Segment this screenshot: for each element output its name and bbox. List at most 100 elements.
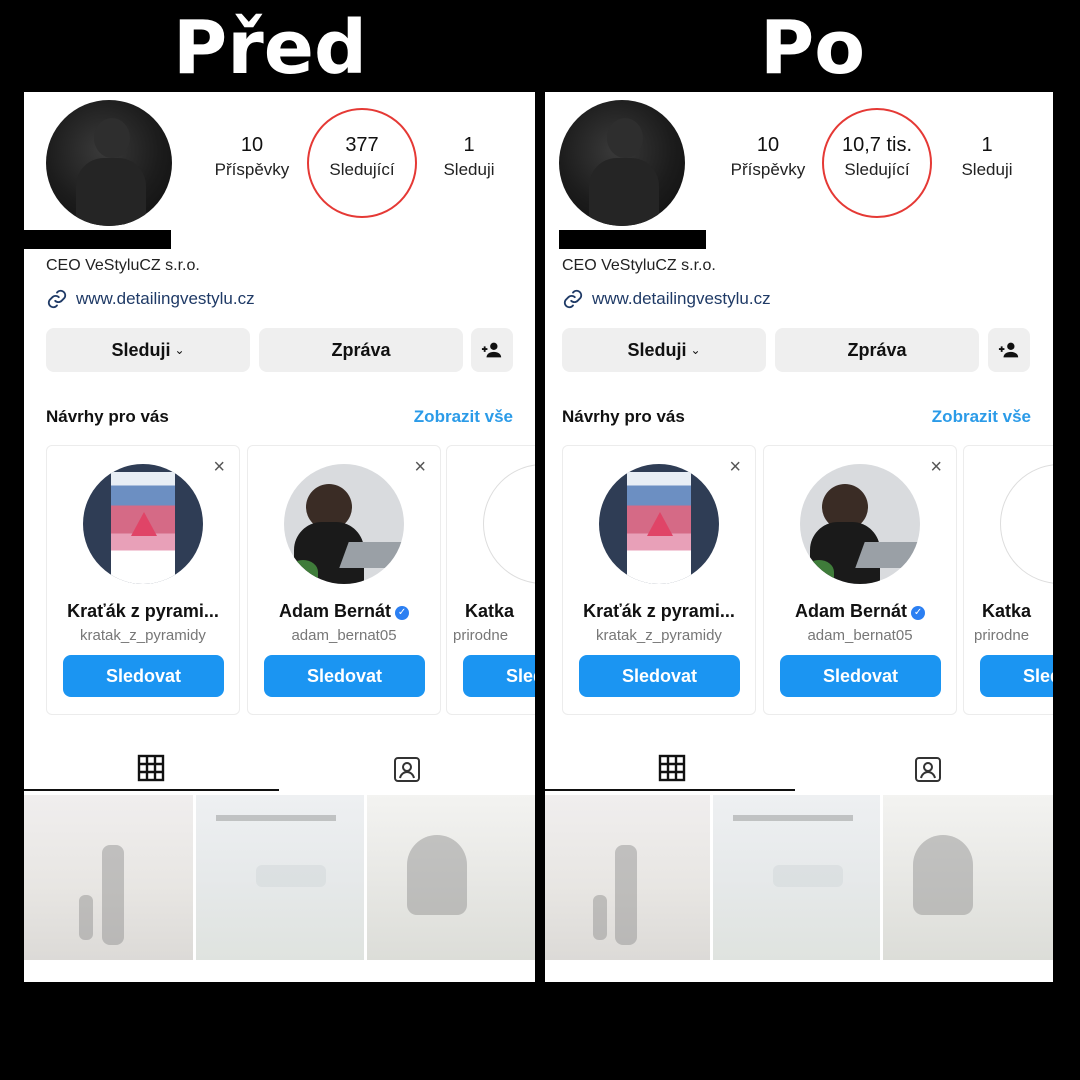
post-thumbnail[interactable] (883, 795, 1053, 960)
follow-button[interactable]: Sledovat (264, 655, 425, 697)
suggestion-avatar[interactable] (483, 464, 535, 584)
suggestion-username: kratak_z_pyramidy (80, 627, 206, 644)
suggestion-name: Adam Bernát (794, 601, 908, 621)
suggestion-name: Kraťák z pyrami... (67, 601, 219, 621)
close-icon[interactable]: × (729, 456, 741, 479)
post-thumbnail[interactable] (545, 795, 710, 960)
suggestions-title: Návrhy pro vás (562, 407, 685, 426)
following-label: Sleduji (627, 339, 687, 360)
suggestion-avatar[interactable] (800, 464, 920, 584)
following-button[interactable]: Sleduji ⌄ (562, 328, 766, 372)
bottom-nav (24, 960, 535, 982)
stat-followers[interactable]: 377 Sledující (307, 134, 417, 182)
avatar[interactable] (46, 100, 172, 226)
stat-value: 10 (240, 134, 264, 156)
message-label: Zpráva (331, 339, 391, 360)
tagged-icon[interactable] (913, 754, 943, 784)
suggestion-username: adam_bernat05 (807, 627, 913, 644)
tagged-icon[interactable] (392, 754, 422, 784)
website-link-text: www.detailingvestylu.cz (76, 289, 255, 308)
heading-after: Po (759, 5, 866, 91)
suggestion-name-row: Adam Bernát ✓ (248, 601, 440, 622)
bottom-nav (545, 960, 1053, 982)
link-icon (47, 289, 67, 309)
stat-value: 377 (345, 134, 379, 156)
add-user-button[interactable] (988, 328, 1030, 372)
active-tab-indicator (545, 789, 795, 791)
close-icon[interactable]: × (930, 456, 942, 479)
building-icon (1001, 465, 1053, 584)
link-icon (563, 289, 583, 309)
suggestion-name: Katka (982, 601, 1032, 621)
add-user-button[interactable] (471, 328, 513, 372)
add-user-icon (998, 342, 1019, 358)
profile-panel-before: 10 Příspěvky 377 Sledující 1 Sleduji CEO… (24, 92, 535, 982)
suggestion-avatar[interactable] (1000, 464, 1053, 584)
suggestion-username: prirodne (453, 627, 509, 644)
stat-following[interactable]: 1 Sleduji (414, 134, 524, 182)
redacted-username (24, 230, 171, 249)
post-thumbnail[interactable] (713, 795, 880, 960)
see-all-link[interactable]: Zobrazit vše (414, 407, 513, 427)
chevron-down-icon: ⌄ (174, 343, 185, 357)
suggestion-card: Katka prirodne Sledovat (963, 445, 1053, 715)
suggestion-avatar[interactable] (83, 464, 203, 584)
message-button[interactable]: Zpráva (259, 328, 463, 372)
suggestion-avatar[interactable] (284, 464, 404, 584)
suggestion-username: adam_bernat05 (291, 627, 397, 644)
profile-tabs (24, 742, 535, 792)
stat-value: 1 (463, 134, 475, 156)
message-button[interactable]: Zpráva (775, 328, 979, 372)
stat-posts[interactable]: 10 Příspěvky (197, 134, 307, 182)
stat-label: Příspěvky (214, 160, 290, 179)
follow-button[interactable]: Sledovat (579, 655, 740, 697)
suggestion-avatar[interactable] (599, 464, 719, 584)
avatar[interactable] (559, 100, 685, 226)
message-label: Zpráva (847, 339, 907, 360)
suggestion-card: × Kraťák z pyrami... kratak_z_pyramidy S… (562, 445, 756, 715)
stat-value: 10,7 tis. (841, 134, 913, 156)
website-link[interactable]: www.detailingvestylu.cz (562, 288, 771, 310)
chevron-down-icon: ⌄ (690, 343, 701, 357)
follow-button[interactable]: Sledovat (463, 655, 535, 697)
suggestion-card: × Adam Bernát ✓ adam_bernat05 Sledovat (247, 445, 441, 715)
stat-label: Sledující (329, 160, 395, 179)
post-thumbnail[interactable] (196, 795, 364, 960)
stat-following[interactable]: 1 Sleduji (932, 134, 1042, 182)
suggestion-username: prirodne (974, 627, 1030, 644)
bio-text: CEO VeStyluCZ s.r.o. (562, 257, 716, 274)
profile-tabs (545, 742, 1053, 792)
suggestions-title: Návrhy pro vás (46, 407, 169, 426)
close-icon[interactable]: × (213, 456, 225, 479)
suggestion-card: × Adam Bernát ✓ adam_bernat05 Sledovat (763, 445, 957, 715)
close-icon[interactable]: × (414, 456, 426, 479)
follow-button[interactable]: Sledovat (980, 655, 1053, 697)
verified-icon: ✓ (395, 606, 410, 620)
stat-label: Sleduji (961, 160, 1013, 179)
following-button[interactable]: Sleduji ⌄ (46, 328, 250, 372)
post-thumbnail[interactable] (367, 795, 535, 960)
follow-button[interactable]: Sledovat (780, 655, 941, 697)
suggestion-card: × Kraťák z pyrami... kratak_z_pyramidy S… (46, 445, 240, 715)
posts-grid (24, 795, 535, 960)
grid-icon[interactable] (658, 754, 686, 782)
stat-posts[interactable]: 10 Příspěvky (713, 134, 823, 182)
stat-label: Příspěvky (730, 160, 806, 179)
active-tab-indicator (24, 789, 279, 791)
building-icon (484, 465, 535, 584)
follow-button[interactable]: Sledovat (63, 655, 224, 697)
suggestion-name-row: Adam Bernát ✓ (764, 601, 956, 622)
suggestion-name: Katka (465, 601, 515, 621)
following-label: Sleduji (111, 339, 171, 360)
bio-text: CEO VeStyluCZ s.r.o. (46, 257, 200, 274)
posts-grid (545, 795, 1053, 960)
grid-icon[interactable] (137, 754, 165, 782)
see-all-link[interactable]: Zobrazit vše (932, 407, 1031, 427)
website-link-text: www.detailingvestylu.cz (592, 289, 771, 308)
website-link[interactable]: www.detailingvestylu.cz (46, 288, 255, 310)
redacted-username (559, 230, 706, 249)
suggestion-username: kratak_z_pyramidy (596, 627, 722, 644)
stat-followers[interactable]: 10,7 tis. Sledující (822, 134, 932, 182)
post-thumbnail[interactable] (24, 795, 193, 960)
heading-before: Před (173, 5, 367, 91)
